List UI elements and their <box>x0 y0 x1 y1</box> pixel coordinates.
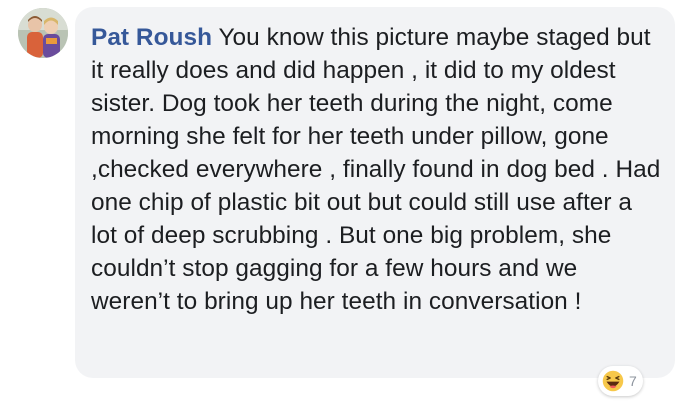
comment-body: Pat Roush You know this picture maybe st… <box>91 21 661 318</box>
avatar-photo <box>18 8 68 58</box>
reactions-summary[interactable]: 7 <box>598 366 643 396</box>
comment-bubble: Pat Roush You know this picture maybe st… <box>75 7 675 378</box>
haha-icon <box>601 369 625 393</box>
comment-thread: Pat Roush You know this picture maybe st… <box>0 0 700 405</box>
avatar[interactable] <box>18 8 68 58</box>
comment-text: You know this picture maybe staged but i… <box>91 24 661 315</box>
author-name-link[interactable]: Pat Roush <box>91 24 212 51</box>
reaction-count: 7 <box>629 373 637 389</box>
